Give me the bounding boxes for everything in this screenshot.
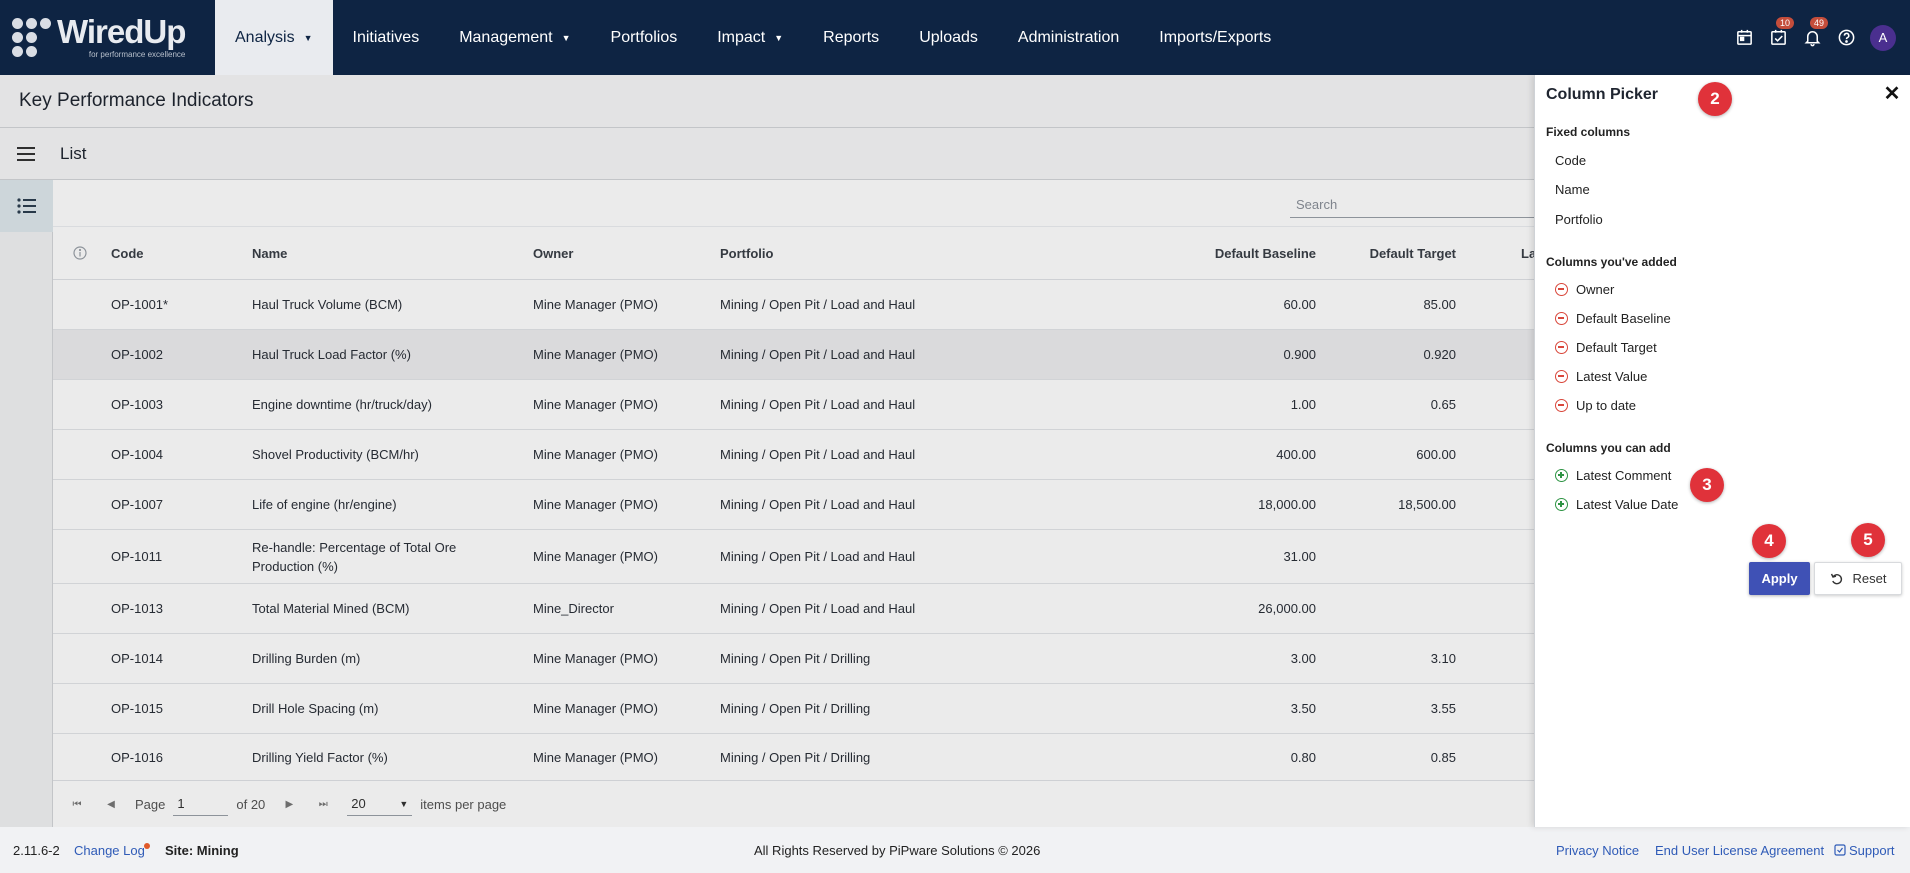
calendar-icon[interactable] (1734, 28, 1754, 48)
remove-circle-icon[interactable] (1555, 341, 1568, 354)
fixed-columns-heading: Fixed columns (1546, 125, 1631, 139)
nav-impact[interactable]: Impact ▼ (697, 0, 803, 75)
fixed-column-code: Code (1555, 153, 1587, 168)
nav-imports-exports[interactable]: Imports/Exports (1139, 0, 1291, 75)
available-column-latest-value-date[interactable]: Latest Value Date (1555, 497, 1678, 512)
site-label: Site: Mining (165, 842, 239, 858)
nav-initiatives[interactable]: Initiatives (333, 0, 440, 75)
nav-administration[interactable]: Administration (998, 0, 1139, 75)
added-column-latest-value[interactable]: Latest Value (1555, 369, 1647, 384)
remove-circle-icon[interactable] (1555, 370, 1568, 383)
add-circle-icon[interactable] (1555, 498, 1568, 511)
support-icon (1834, 844, 1846, 856)
chevron-down-icon: ▼ (774, 32, 784, 43)
column-picker-panel: Column Picker ✕ Fixed columns Code Name … (1534, 75, 1910, 827)
changelog-dot-icon (144, 843, 150, 849)
step-marker-2: 2 (1698, 82, 1732, 116)
column-picker-title: Column Picker (1546, 86, 1659, 103)
close-icon[interactable]: ✕ (1882, 83, 1902, 105)
step-marker-3: 3 (1690, 468, 1724, 502)
tasks-icon[interactable]: 10 (1768, 16, 1795, 48)
nav-reports[interactable]: Reports (803, 0, 899, 75)
nav-management[interactable]: Management ▼ (439, 0, 590, 75)
remove-circle-icon[interactable] (1555, 312, 1568, 325)
add-circle-icon[interactable] (1555, 469, 1568, 482)
nav-portfolios[interactable]: Portfolios (591, 0, 698, 75)
help-icon[interactable] (1836, 28, 1856, 48)
added-column-up-to-date[interactable]: Up to date (1555, 398, 1636, 413)
fixed-column-portfolio: Portfolio (1555, 212, 1603, 227)
chevron-down-icon: ▼ (561, 32, 571, 43)
apply-button[interactable]: Apply (1749, 562, 1810, 595)
bell-icon[interactable]: 49 (1802, 16, 1829, 48)
remove-circle-icon[interactable] (1555, 399, 1568, 412)
nav-analysis[interactable]: Analysis ▼ (215, 0, 333, 75)
added-column-default-baseline[interactable]: Default Baseline (1555, 311, 1671, 326)
privacy-link[interactable]: Privacy Notice (1556, 843, 1639, 858)
user-avatar[interactable]: A (1870, 24, 1896, 51)
tasks-badge: 10 (1776, 16, 1795, 29)
top-navbar: WiredUp for performance excellence Analy… (0, 0, 1910, 75)
eula-link[interactable]: End User License Agreement (1655, 843, 1824, 858)
step-marker-5: 5 (1851, 523, 1885, 557)
nav-uploads[interactable]: Uploads (899, 0, 998, 75)
fixed-column-name: Name (1555, 182, 1590, 197)
notifications-badge: 49 (1810, 16, 1829, 29)
footer: 2.11.6-2 Change Log Site: Mining All Rig… (0, 827, 1910, 873)
app-version: 2.11.6-2 (13, 842, 60, 858)
reset-button[interactable]: Reset (1814, 562, 1902, 595)
added-column-default-target[interactable]: Default Target (1555, 340, 1657, 355)
chevron-down-icon: ▼ (303, 32, 313, 43)
step-marker-4: 4 (1752, 524, 1786, 558)
undo-icon (1830, 573, 1842, 584)
copyright-text: All Rights Reserved by PiPware Solutions… (754, 842, 1041, 858)
added-column-owner[interactable]: Owner (1555, 282, 1614, 297)
brand-tagline: for performance excellence (88, 50, 186, 59)
logo-dots-icon (12, 18, 51, 57)
added-columns-heading: Columns you've added (1546, 255, 1677, 269)
support-link[interactable]: Support (1834, 843, 1895, 858)
brand-name: WiredUp (57, 13, 186, 50)
available-columns-heading: Columns you can add (1546, 441, 1671, 455)
changelog-link[interactable]: Change Log (74, 843, 145, 858)
available-column-latest-comment[interactable]: Latest Comment (1555, 468, 1671, 483)
wiredup-logo[interactable]: WiredUp for performance excellence (0, 0, 215, 75)
modal-backdrop[interactable] (0, 75, 1534, 827)
remove-circle-icon[interactable] (1555, 283, 1568, 296)
